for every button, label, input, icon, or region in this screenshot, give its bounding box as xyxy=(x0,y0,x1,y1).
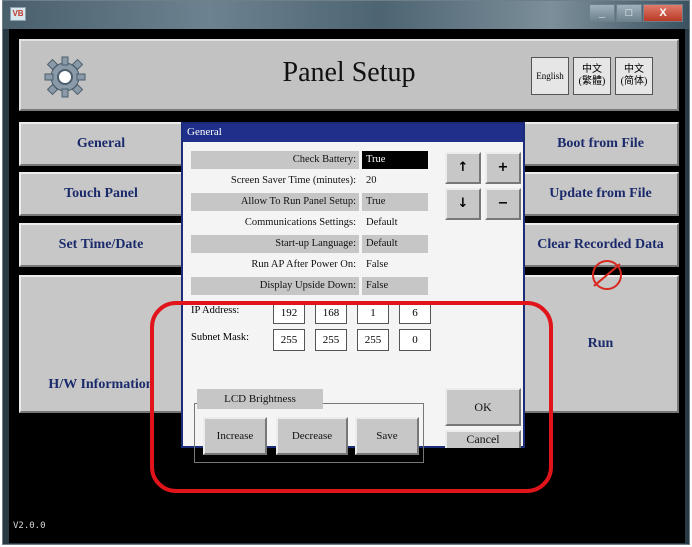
dialog-title: General xyxy=(183,124,523,142)
minimize-button[interactable]: _ xyxy=(589,4,615,22)
touch-panel-button[interactable]: Touch Panel xyxy=(19,172,183,216)
property-value[interactable]: False xyxy=(362,277,428,295)
boot-from-file-button[interactable]: Boot from File xyxy=(522,122,679,166)
header-bar: Panel Setup English 中文 (繁體) 中文 (简体) xyxy=(19,39,679,111)
window-titlebar[interactable]: VB _ □ X xyxy=(3,1,689,29)
property-label: Check Battery: xyxy=(191,151,359,169)
general-button[interactable]: General xyxy=(19,122,183,166)
minus-button[interactable]: − xyxy=(485,188,521,220)
property-allow-run-panel-setup[interactable]: Allow To Run Panel Setup: True xyxy=(191,193,431,212)
panel-setup-screen: Panel Setup English 中文 (繁體) 中文 (简体) Gene… xyxy=(9,29,685,543)
property-run-ap-after-power-on[interactable]: Run AP After Power On: False xyxy=(191,256,431,275)
arrow-up-button[interactable]: ↑ xyxy=(445,152,481,184)
close-button[interactable]: X xyxy=(643,4,683,22)
plus-button[interactable]: + xyxy=(485,152,521,184)
language-english-button[interactable]: English xyxy=(531,57,569,95)
maximize-button[interactable]: □ xyxy=(616,4,642,22)
property-screen-saver-time[interactable]: Screen Saver Time (minutes): 20 xyxy=(191,172,431,191)
property-value[interactable]: Default xyxy=(362,235,428,253)
property-value[interactable]: False xyxy=(362,256,428,274)
property-startup-language[interactable]: Start-up Language: Default xyxy=(191,235,431,254)
property-check-battery[interactable]: Check Battery: True xyxy=(191,151,431,170)
property-value[interactable]: 20 xyxy=(362,172,428,190)
property-label: Display Upside Down: xyxy=(191,277,359,295)
property-value[interactable]: True xyxy=(362,193,428,211)
arrow-down-button[interactable]: ↓ xyxy=(445,188,481,220)
property-value[interactable]: Default xyxy=(362,214,428,232)
language-traditional-chinese-button[interactable]: 中文 (繁體) xyxy=(573,57,611,95)
property-value[interactable]: True xyxy=(362,151,428,169)
set-time-date-button[interactable]: Set Time/Date xyxy=(19,223,183,267)
version-label: V2.0.0 xyxy=(13,521,46,531)
app-icon: VB xyxy=(10,7,26,21)
property-label: Run AP After Power On: xyxy=(251,259,356,270)
highlight-annotation xyxy=(150,301,553,493)
property-display-upside-down[interactable]: Display Upside Down: False xyxy=(191,277,431,296)
property-label: Screen Saver Time (minutes): xyxy=(230,175,356,186)
update-from-file-button[interactable]: Update from File xyxy=(522,172,679,216)
property-communications-settings[interactable]: Communications Settings: Default xyxy=(191,214,431,233)
property-label: Communications Settings: xyxy=(244,217,356,228)
property-label: Start-up Language: xyxy=(191,235,359,253)
app-window: VB _ □ X Panel Setup English 中文 (繁體) 中文 … xyxy=(2,0,690,545)
property-label: Allow To Run Panel Setup: xyxy=(191,193,359,211)
language-simplified-chinese-button[interactable]: 中文 (简体) xyxy=(615,57,653,95)
